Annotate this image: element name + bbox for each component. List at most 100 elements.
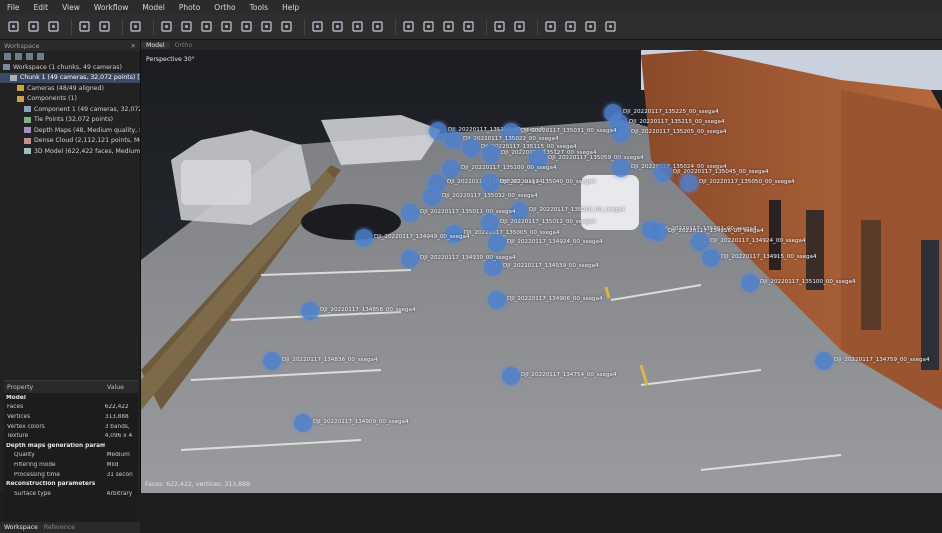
shaded-icon[interactable] [492,19,507,34]
property-row: Processing time 31 secon [4,470,138,480]
camera-label: DJI_20220117_135050_00_ssega4 [699,179,795,185]
tree-item[interactable]: Component 1 (49 cameras, 32,072 points [0,104,140,115]
menu-workflow[interactable]: Workflow [87,3,135,12]
property-row: Filtering mode Mild [4,460,138,470]
property-row: Quality Medium [4,451,138,461]
tree-item-label: 3D Model (622,422 faces, Medium qual [34,147,140,155]
tree-item[interactable]: Tie Points (32,072 points) [0,115,140,126]
camera-icon [401,250,419,268]
add-photos-icon[interactable] [15,53,22,60]
zoom-in-icon[interactable] [310,19,325,34]
toolbar-separator [122,18,123,35]
tree-item[interactable]: Cameras (48/49 aligned) [0,83,140,94]
tree-item-label: Component 1 (49 cameras, 32,072 points [34,105,140,113]
menu-help[interactable]: Help [275,3,306,12]
depth-maps-icon [24,127,31,134]
property-name: Surface type [14,490,51,497]
model-icon[interactable] [441,19,456,34]
property-name: Vertex colors [7,423,45,430]
add-chunk-icon[interactable] [4,53,11,60]
remove-items-icon[interactable] [37,53,44,60]
workspace-pane-header: Workspace ✕ [0,40,140,51]
tiled-model-icon[interactable] [461,19,476,34]
toolbar-separator [71,18,72,35]
camera-icon [301,302,319,320]
dense-cloud-icon[interactable] [421,19,436,34]
rotate-region-icon[interactable] [219,19,234,34]
tree-item-label: Dense Cloud (2,112,121 points, Medium [34,137,140,145]
property-row: Vertices 313,888 [4,412,138,422]
select-icon[interactable] [159,19,174,34]
menu-bar: File Edit View Workflow Model Photo Ortho Tools… [0,0,942,14]
save-icon[interactable] [46,19,61,34]
zoom-out-icon[interactable] [330,19,345,34]
ruler-icon[interactable] [239,19,254,34]
camera-label: DJI_20220117_135225_00_ssega4 [623,109,719,115]
navigation-icon[interactable] [370,19,385,34]
tree-item-label: Depth Maps (48, Medium quality, Mild [34,126,140,134]
move-object-icon[interactable] [350,19,365,34]
menu-view[interactable]: View [55,3,87,12]
tree-item[interactable]: Workspace (1 chunks, 49 cameras) [0,62,140,73]
menu-photo[interactable]: Photo [172,3,207,12]
workspace-toolbar [0,51,140,62]
camera-icon [481,214,499,232]
model-viewport[interactable]: Perspective 30° DJI_20220117_135225_00_s… [141,50,942,493]
menu-tools[interactable]: Tools [243,3,275,12]
tree-item-label: Cameras (48/49 aligned) [27,84,104,92]
menu-model[interactable]: Model [135,3,172,12]
menu-file[interactable]: File [0,3,27,12]
toolbar [0,14,942,40]
toolbar-separator [486,18,487,35]
rectangle-selection-icon[interactable] [179,19,194,34]
camera-label: DJI_20220117_135100_00_ssega4 [760,279,856,285]
component-icon [24,106,31,113]
add-folder-icon[interactable] [26,53,33,60]
toolbar-separator [153,18,154,35]
cameras-icon[interactable] [543,19,558,34]
open-icon[interactable] [26,19,41,34]
camera-label: DJI_20220117_134930_00_ssega4 [420,255,516,261]
property-name: Reconstruction parameters [6,481,96,488]
tree-item-label: Components (1) [27,95,77,103]
images-icon[interactable] [583,19,598,34]
workspace-icon [3,64,10,71]
property-row: Reconstruction parameters [4,479,138,489]
new-icon[interactable] [6,19,21,34]
camera-icon [423,188,441,206]
menu-edit[interactable]: Edit [27,3,56,12]
resize-region-icon[interactable] [199,19,214,34]
workspace-pane: Workspace ✕ Workspace (1 chunks, 49 came… [0,40,141,533]
redo-icon[interactable] [97,19,112,34]
property-name: Faces [7,404,24,411]
point-cloud-icon[interactable] [401,19,416,34]
tree-item[interactable]: Components (1) [0,94,140,105]
camera-label: DJI_20220117_134754_00_ssega4 [521,372,617,378]
workspace-tree: Workspace (1 chunks, 49 cameras) Chunk 1 … [0,62,140,157]
camera-label: DJI_20220117_135059_00_ssega4 [548,155,644,161]
delete-icon[interactable] [128,19,143,34]
tree-item[interactable]: 3D Model (622,422 faces, Medium qual [0,146,140,157]
camera-icon [702,249,720,267]
close-pane-icon[interactable]: ✕ [131,42,136,50]
cut-icon[interactable] [259,19,274,34]
tab-workspace[interactable]: Workspace [4,524,38,531]
tree-item[interactable]: Depth Maps (48, Medium quality, Mild [0,125,140,136]
camera-label: DJI_20220117_134949_00_ssega4 [374,234,470,240]
tab-ortho[interactable]: Ortho [170,42,198,49]
tree-item[interactable]: Chunk 1 (49 cameras, 32,072 points) [T] [0,72,140,83]
undo-icon[interactable] [77,19,92,34]
tab-model[interactable]: Model [141,41,170,49]
camera-icon [488,234,506,252]
menu-ortho[interactable]: Ortho [207,3,242,12]
property-value: 3 bands, [104,423,130,430]
property-name: Filtering mode [14,461,56,468]
textured-icon[interactable] [512,19,527,34]
tab-reference[interactable]: Reference [44,524,75,531]
camera-label: DJI_20220117_135011_00_ssega4 [420,209,516,215]
properties-header: Property Value [4,381,138,393]
markers-icon[interactable] [563,19,578,34]
reset-view-icon[interactable] [603,19,618,34]
tree-item[interactable]: Dense Cloud (2,112,121 points, Medium [0,136,140,147]
crop-icon[interactable] [279,19,294,34]
